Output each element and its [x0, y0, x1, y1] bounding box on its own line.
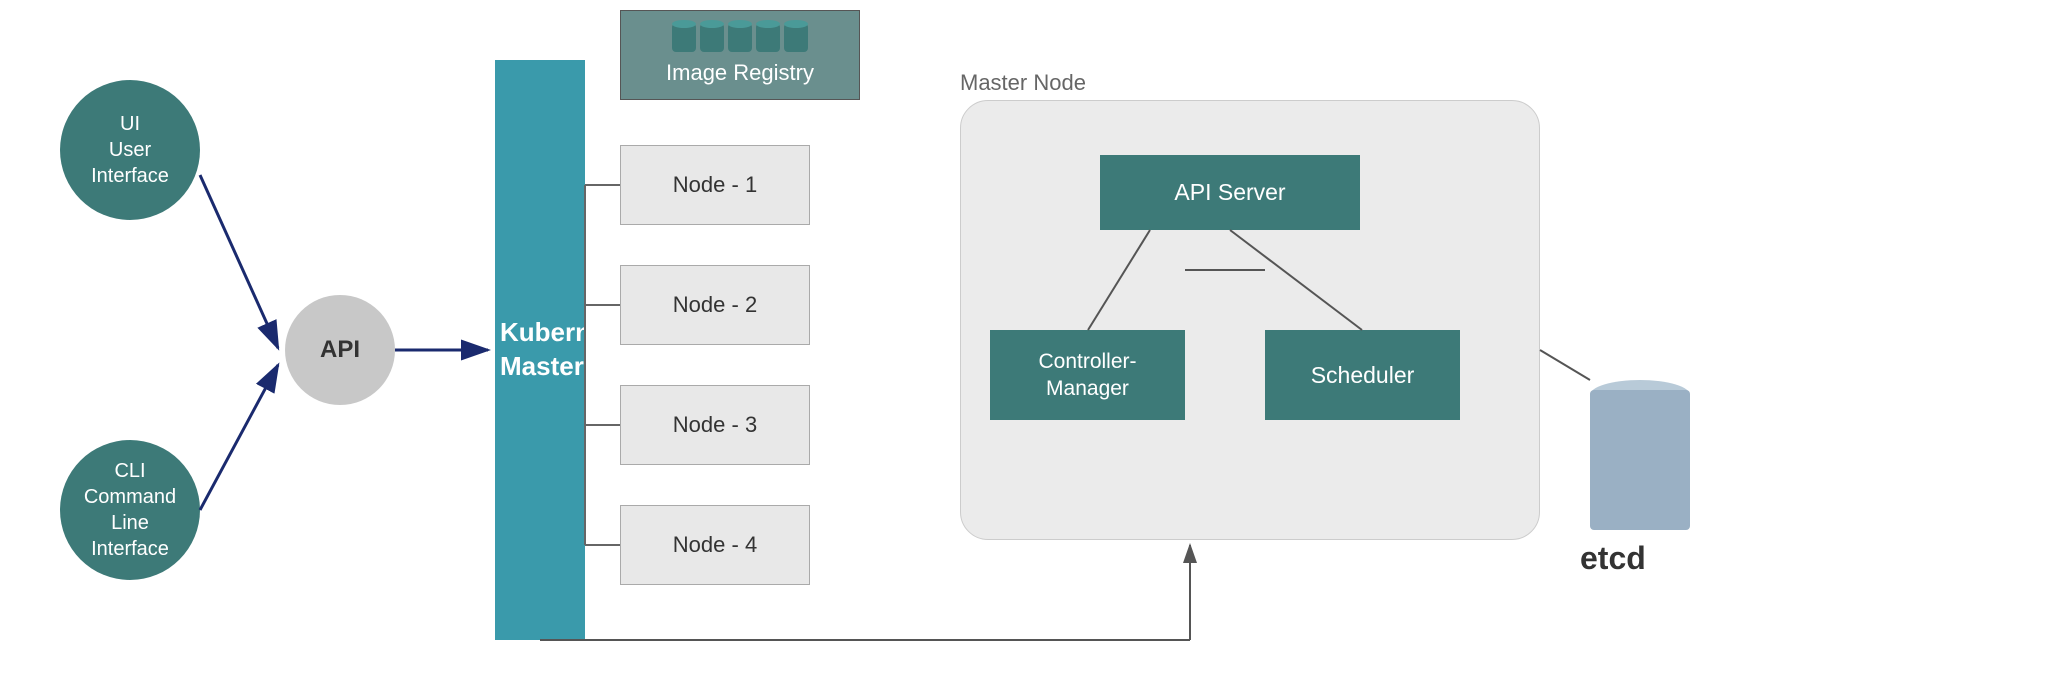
node-3-label: Node - 3	[673, 412, 757, 438]
etcd-cylinder	[1590, 380, 1690, 530]
api-circle: API	[285, 295, 395, 405]
kubernetes-master-bar: Kubernetes Master	[495, 60, 585, 640]
node-2-box: Node - 2	[620, 265, 810, 345]
controller-manager-box: Controller- Manager	[990, 330, 1185, 420]
image-registry-box: Image Registry	[620, 10, 860, 100]
ui-label-line2: User	[109, 137, 151, 163]
cli-label-line1: CLI	[114, 458, 145, 484]
node-4-box: Node - 4	[620, 505, 810, 585]
node-2-label: Node - 2	[673, 292, 757, 318]
cli-label-line3: Line	[111, 510, 149, 536]
node-3-box: Node - 3	[620, 385, 810, 465]
node-4-label: Node - 4	[673, 532, 757, 558]
etcd-label: etcd	[1580, 540, 1646, 577]
node-1-box: Node - 1	[620, 145, 810, 225]
controller-label-2: Manager	[1046, 377, 1129, 400]
cli-label-line4: Interface	[91, 536, 169, 562]
k8s-master-label: Kubernetes Master	[495, 316, 585, 384]
cli-label-line2: Command	[84, 484, 176, 510]
master-node-label: Master Node	[960, 70, 1086, 96]
api-server-box: API Server	[1100, 155, 1360, 230]
ui-label-line3: Interface	[91, 163, 169, 189]
api-label: API	[320, 336, 360, 364]
node-1-label: Node - 1	[673, 172, 757, 198]
scheduler-box: Scheduler	[1265, 330, 1460, 420]
api-server-label: API Server	[1174, 179, 1285, 206]
scheduler-label: Scheduler	[1311, 362, 1415, 389]
ui-label-line1: UI	[120, 111, 140, 137]
image-registry-label: Image Registry	[666, 60, 814, 86]
diagram: UI User Interface CLI Command Line Inter…	[0, 0, 2048, 696]
controller-label-1: Controller-	[1038, 350, 1136, 373]
ui-circle: UI User Interface	[60, 80, 200, 220]
cli-circle: CLI Command Line Interface	[60, 440, 200, 580]
